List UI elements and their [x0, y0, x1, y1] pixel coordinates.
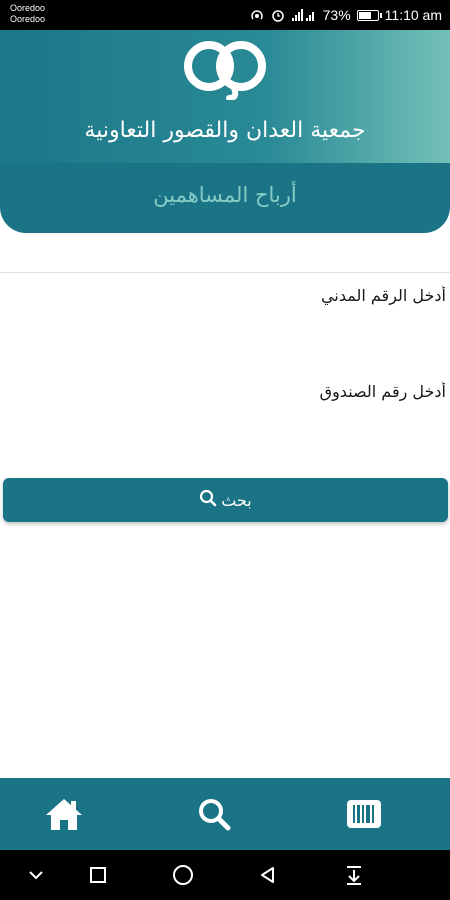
- carrier-2: Ooredoo: [10, 14, 46, 24]
- chevron-down-icon: [29, 871, 43, 880]
- app-header: جمعية العدان والقصور التعاونية: [0, 30, 450, 170]
- organization-name: جمعية العدان والقصور التعاونية: [84, 118, 366, 143]
- alarm-icon: [271, 8, 285, 22]
- status-time: 11:10 am: [384, 7, 442, 23]
- signal-icon: [291, 8, 317, 22]
- notification-pull-button[interactable]: [342, 863, 366, 887]
- home-system-button[interactable]: [171, 863, 195, 887]
- system-nav-bar: [0, 850, 450, 900]
- status-indicators: 73% 11:10 am: [249, 0, 442, 30]
- collapse-nav-button[interactable]: [24, 863, 48, 887]
- carrier-labels: Ooredoo Ooredoo: [10, 3, 45, 25]
- back-triangle-icon: [261, 867, 274, 883]
- barcode-icon: [347, 800, 381, 828]
- nav-home-button[interactable]: [40, 790, 88, 838]
- battery-fill: [358, 11, 371, 19]
- box-number-input[interactable]: [28, 361, 448, 421]
- civil-id-input[interactable]: [28, 265, 448, 325]
- carrier-1: Ooredoo: [10, 3, 46, 13]
- nav-search-button[interactable]: [190, 790, 238, 838]
- page-title: أرباح المساهمين: [153, 183, 297, 207]
- search-icon: [199, 489, 217, 511]
- nav-barcode-button[interactable]: [340, 790, 388, 838]
- logo-icon: [184, 41, 266, 100]
- page-title-bar: أرباح المساهمين: [0, 163, 450, 233]
- circle-icon: [173, 865, 193, 885]
- bottom-nav: [0, 778, 450, 850]
- battery-percent: 73%: [322, 7, 351, 23]
- recents-button[interactable]: [86, 863, 110, 887]
- battery-icon: [356, 9, 382, 21]
- back-button[interactable]: [256, 863, 280, 887]
- hotspot-icon: [249, 8, 265, 22]
- square-icon: [90, 867, 106, 883]
- status-bar: Ooredoo Ooredoo 73% 11:10 am: [0, 0, 450, 30]
- search-icon: [199, 799, 231, 831]
- pull-down-icon: [347, 866, 361, 885]
- home-icon: [46, 799, 82, 830]
- search-button-label: بحث: [221, 490, 252, 510]
- search-button[interactable]: بحث: [3, 478, 448, 522]
